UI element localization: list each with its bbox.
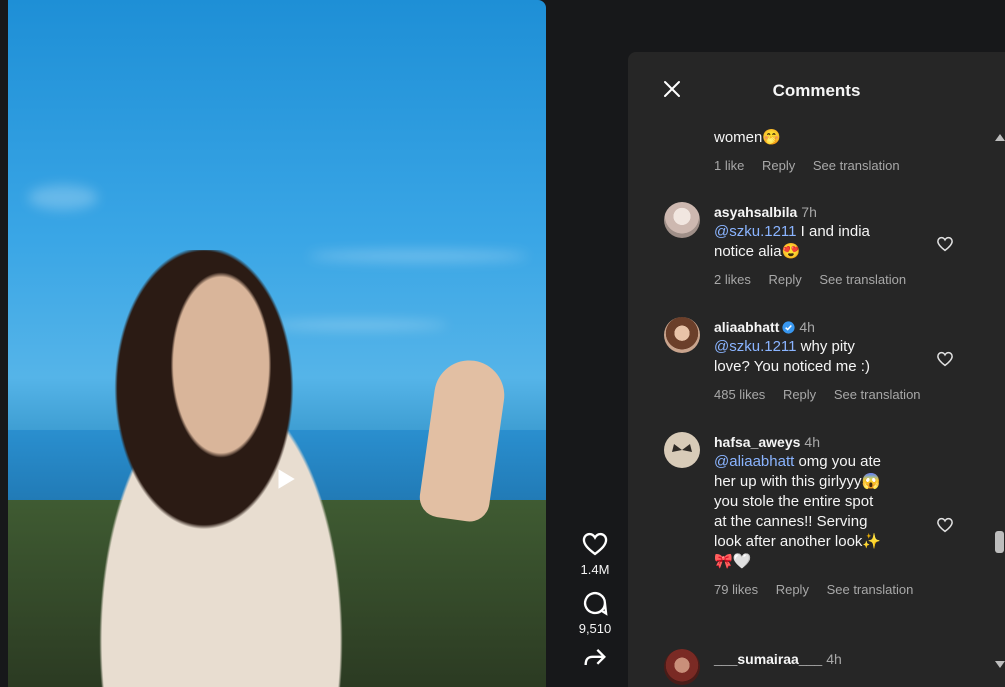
cloud [28,185,98,210]
play-icon[interactable] [272,466,298,492]
comments-header: Comments [628,52,1005,132]
see-translation-button[interactable]: See translation [813,158,900,173]
heart-icon [937,517,953,533]
comment-header: hafsa_aweys 4h [714,432,984,452]
mention-link[interactable]: @szku.1211 [714,223,797,240]
comment-likes: 1 like [714,158,745,173]
heart-icon [937,236,953,252]
video-actions: 1.4M 9,510 [565,530,625,684]
heart-icon [937,351,953,367]
share-icon [584,649,606,666]
comments-title: Comments [772,81,861,100]
comment-time: 4h [826,651,842,667]
comment-header: ___sumairaa___ 4h [714,649,984,669]
comment-text: @szku.1211 I and india notice alia😍 [714,222,889,262]
comment-meta: 2 likes Reply See translation [714,272,984,287]
comment-username[interactable]: aliaabhatt [714,319,779,335]
comment-header: aliaabhatt 4h [714,317,984,337]
comment-item: hafsa_aweys 4h @aliaabhatt omg you ate he… [664,432,984,597]
comments-list: women🤭 1 like Reply See translation asya… [628,128,990,687]
reply-button[interactable]: Reply [776,582,809,597]
comments-panel: Comments women🤭 1 like Reply See transla… [628,52,1005,687]
see-translation-button[interactable]: See translation [827,582,914,597]
reply-button[interactable]: Reply [783,387,816,402]
comment-meta: 1 like Reply See translation [714,158,984,173]
comment-header: asyahsalbila 7h [714,202,984,222]
comment-username[interactable]: hafsa_aweys [714,434,800,450]
comment-button[interactable]: 9,510 [565,589,625,636]
comment-meta: 79 likes Reply See translation [714,582,984,597]
scroll-down-arrow-icon[interactable] [995,661,1005,668]
comment-time: 4h [799,319,815,335]
like-button[interactable]: 1.4M [565,530,625,577]
avatar[interactable] [664,649,700,685]
see-translation-button[interactable]: See translation [819,272,906,287]
comment-likes: 79 likes [714,582,759,597]
comment-likes: 485 likes [714,387,766,402]
comment-meta: 485 likes Reply See translation [714,387,984,402]
comment-icon [583,591,608,616]
comment-likes: 2 likes [714,272,751,287]
mention-link[interactable]: @szku.1211 [714,338,797,355]
video-player[interactable] [8,0,546,687]
comment-text: @szku.1211 why pity love? You noticed me… [714,337,889,377]
comment-item: ___sumairaa___ 4h [664,649,984,685]
butterfly-icon [672,444,692,452]
like-count: 1.4M [580,562,610,577]
comment-text: @aliaabhatt omg you ate her up with this… [714,452,889,572]
share-button[interactable] [565,644,625,672]
comment-time: 7h [801,204,817,220]
like-comment-button[interactable] [936,235,954,253]
avatar[interactable] [664,202,700,238]
comment-time: 4h [804,434,820,450]
comment-item: asyahsalbila 7h @szku.1211 I and india no… [664,202,984,287]
comment-username[interactable]: asyahsalbila [714,204,797,220]
scroll-up-arrow-icon[interactable] [995,134,1005,141]
comment-count: 9,510 [578,621,612,636]
comment-text: women🤭 [714,129,782,146]
comment-item: women🤭 1 like Reply See translation [714,128,984,173]
like-comment-button[interactable] [936,516,954,534]
like-comment-button[interactable] [936,350,954,368]
reply-button[interactable]: Reply [762,158,795,173]
video-person [68,250,408,687]
mention-link[interactable]: @aliaabhatt [714,453,794,470]
comment-body: omg you ate her up with this girlyyy😱 yo… [714,453,882,570]
see-translation-button[interactable]: See translation [834,387,921,402]
comments-scrollbar[interactable] [993,128,1005,668]
heart-icon [582,532,608,556]
avatar[interactable] [664,317,700,353]
reply-button[interactable]: Reply [768,272,801,287]
comment-item: aliaabhatt 4h @szku.1211 why pity love? Y… [664,317,984,402]
comment-username[interactable]: ___sumairaa___ [714,651,822,667]
scrollbar-thumb[interactable] [995,531,1004,553]
avatar[interactable] [664,432,700,468]
verified-badge-icon [782,321,795,334]
